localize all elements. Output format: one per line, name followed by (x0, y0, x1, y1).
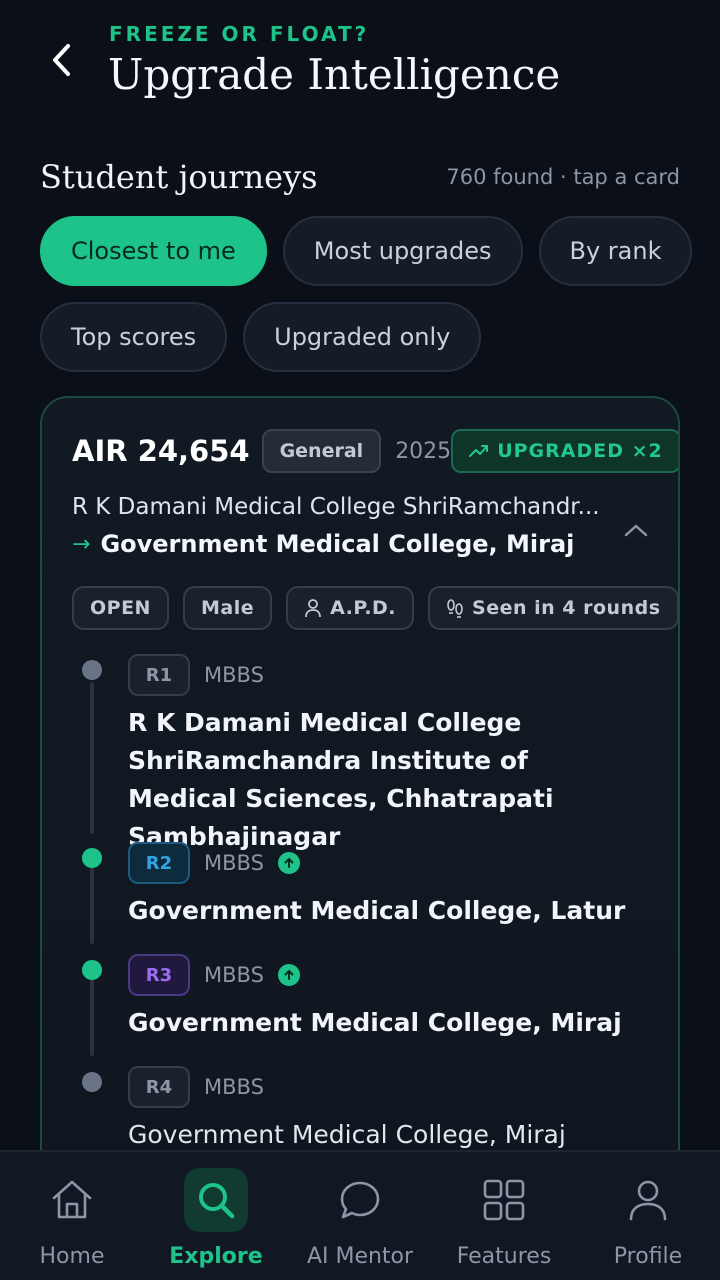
round-course: MBBS (204, 1075, 264, 1099)
nav-ai-mentor[interactable]: AI Mentor (288, 1152, 432, 1280)
home-icon (52, 1180, 92, 1219)
round-dot (82, 848, 102, 868)
tag-quota: OPEN (72, 586, 169, 630)
round-badge: R3 (128, 954, 190, 996)
nav-label: Home (39, 1244, 105, 1269)
timeline-rail (90, 682, 94, 834)
upgrade-arrow-icon (277, 852, 300, 874)
journey-card[interactable]: AIR 24,654 General 2025 UPGRADED ×2 R K … (40, 396, 680, 1216)
person-icon (305, 599, 322, 618)
from-college: R K Damani Medical College ShriRamchandr… (72, 494, 600, 520)
nav-explore[interactable]: Explore (144, 1152, 288, 1280)
card-header: AIR 24,654 General 2025 UPGRADED ×2 (72, 428, 678, 474)
filter-chip-upgraded-only[interactable]: Upgraded only (243, 302, 482, 372)
round-dot (82, 960, 102, 980)
round-college: Government Medical College, Miraj (128, 1120, 566, 1149)
chat-bubble-icon (340, 1181, 380, 1219)
footprints-icon (447, 599, 463, 618)
tag-apd-label: A.P.D. (330, 597, 397, 619)
arrow-right-icon: → (72, 531, 91, 557)
round-badge: R2 (128, 842, 190, 884)
result-count: 760 found · tap a card (446, 165, 680, 189)
timeline-rail (90, 980, 94, 1056)
round-badge: R4 (128, 1066, 190, 1108)
tag-apd: A.P.D. (286, 586, 415, 630)
round-course: MBBS (204, 663, 264, 687)
nav-label: Explore (169, 1244, 263, 1269)
search-icon (199, 1183, 235, 1219)
round-college: Government Medical College, Latur (128, 896, 626, 925)
nav-label: Profile (613, 1244, 683, 1269)
tag-row: OPEN Male A.P.D. Seen in 4 rounds (72, 586, 678, 630)
upgraded-label: UPGRADED ×2 (497, 440, 663, 462)
to-college: Government Medical College, Miraj (100, 530, 575, 558)
round-college: Government Medical College, Miraj (128, 1008, 622, 1037)
bottom-nav: Home Explore AI Mentor Features Profile (0, 1150, 720, 1280)
upgrade-arrow-icon (277, 964, 300, 986)
user-icon (629, 1180, 667, 1221)
category-badge: General (261, 429, 382, 473)
trending-up-icon (469, 445, 489, 457)
section-header: Student journeys 760 found · tap a card (40, 152, 680, 202)
filter-chip-by-rank[interactable]: By rank (538, 216, 693, 286)
page-title: Upgrade Intelligence (108, 50, 561, 99)
round-dot (82, 1072, 102, 1092)
chevron-left-icon (53, 44, 70, 76)
air-rank: AIR 24,654 (72, 434, 250, 468)
timeline-rail (90, 868, 94, 944)
back-button[interactable] (40, 38, 84, 82)
nav-profile[interactable]: Profile (576, 1152, 720, 1280)
filter-chip-top-scores[interactable]: Top scores (40, 302, 228, 372)
collapse-button[interactable] (616, 510, 656, 550)
upgraded-badge: UPGRADED ×2 (451, 429, 678, 473)
tag-rounds-label: Seen in 4 rounds (472, 597, 661, 619)
grid-icon (483, 1179, 525, 1221)
round-dot (82, 660, 102, 680)
round-badge: R1 (128, 654, 190, 696)
app-header: FREEZE OR FLOAT? Upgrade Intelligence (0, 0, 720, 130)
round-college: R K Damani Medical College ShriRamchandr… (128, 708, 554, 851)
round-course: MBBS (204, 851, 264, 875)
filter-chip-most-upgrades[interactable]: Most upgrades (282, 216, 523, 286)
tag-rounds: Seen in 4 rounds (428, 586, 678, 630)
year-label: 2025 (395, 438, 452, 464)
filter-chips: Closest to me Most upgrades By rank Top … (40, 216, 693, 388)
nav-home[interactable]: Home (0, 1152, 144, 1280)
nav-features[interactable]: Features (432, 1152, 576, 1280)
nav-label: Features (456, 1244, 552, 1269)
to-college-row: → Government Medical College, Miraj (72, 530, 602, 558)
round-course: MBBS (204, 963, 264, 987)
tag-gender: Male (182, 586, 273, 630)
section-title: Student journeys (40, 158, 318, 196)
header-eyebrow: FREEZE OR FLOAT? (109, 22, 370, 46)
nav-label: AI Mentor (306, 1244, 414, 1269)
chevron-up-icon (624, 524, 648, 537)
filter-chip-closest[interactable]: Closest to me (40, 216, 267, 286)
